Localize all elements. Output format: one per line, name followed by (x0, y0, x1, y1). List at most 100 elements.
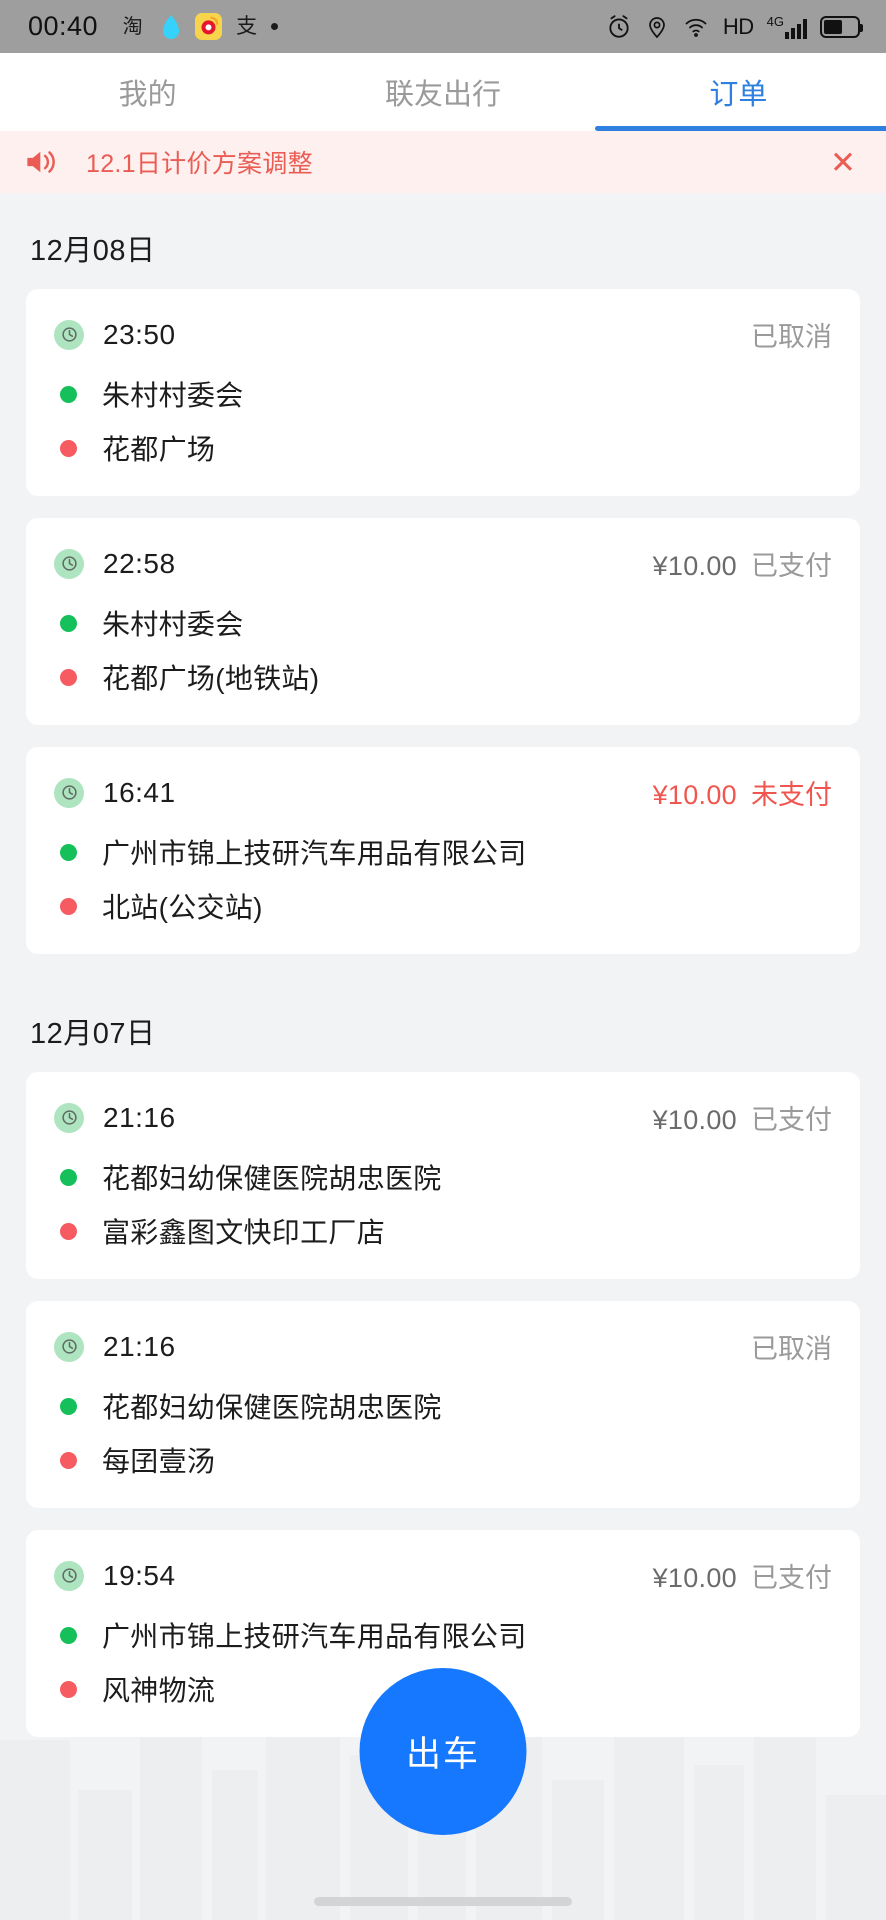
order-meta: 已取消 (737, 1327, 832, 1366)
announcement-banner: 12.1日计价方案调整 ✕ (0, 131, 886, 193)
status-badge: 已取消 (751, 322, 832, 352)
taobao-icon: 淘 (122, 15, 143, 38)
tab-lianyou-travel[interactable]: 联友出行 (295, 53, 590, 131)
origin-name: 朱村村委会 (102, 380, 244, 411)
status-badge: 已支付 (751, 1105, 832, 1135)
order-card-header: 19:54 ¥10.00 已支付 (54, 1556, 832, 1595)
order-price: ¥10.00 (652, 780, 737, 810)
route-origin-row: 朱村村委会 (54, 603, 832, 643)
order-card-header: 23:50 已取消 (54, 315, 832, 354)
route-destination-row: 北站(公交站) (54, 886, 832, 926)
order-meta: ¥10.00 未支付 (653, 773, 832, 812)
order-route: 广州市锦上技研汽车用品有限公司 北站(公交站) (54, 832, 832, 926)
order-card-header: 22:58 ¥10.00 已支付 (54, 544, 832, 583)
status-badge: 已取消 (751, 1334, 832, 1364)
destination-dot-icon (60, 1680, 77, 1698)
destination-dot-icon (60, 897, 77, 915)
clock-icon (54, 548, 84, 579)
order-route: 花都妇幼保健医院胡忠医院 每囝壹汤 (54, 1386, 832, 1480)
blue-app-icon (157, 13, 184, 40)
order-time: 21:16 (103, 1101, 176, 1133)
order-time: 16:41 (103, 776, 176, 808)
clock-icon (54, 1560, 84, 1591)
order-time: 22:58 (103, 547, 176, 579)
order-group: 12月08日 23:50 已取消 朱村村委会 花都广场 22:58 ¥10.00… (0, 193, 886, 954)
order-meta: ¥10.00 已支付 (653, 1098, 832, 1137)
status-badge: 已支付 (751, 1563, 832, 1593)
order-route: 花都妇幼保健医院胡忠医院 富彩鑫图文快印工厂店 (54, 1157, 832, 1251)
battery-icon (820, 15, 863, 38)
status-bar-clock: 00:40 (28, 11, 99, 41)
order-time: 23:50 (103, 318, 176, 350)
order-time: 21:16 (103, 1330, 176, 1362)
origin-name: 广州市锦上技研汽车用品有限公司 (102, 1621, 527, 1652)
origin-dot-icon (60, 1397, 77, 1415)
route-origin-row: 广州市锦上技研汽车用品有限公司 (54, 832, 832, 872)
route-destination-row: 富彩鑫图文快印工厂店 (54, 1211, 832, 1251)
origin-dot-icon (60, 385, 77, 403)
origin-name: 花都妇幼保健医院胡忠医院 (102, 1163, 442, 1194)
notification-icons: 淘 支 (119, 13, 279, 40)
order-group: 12月07日 21:16 ¥10.00 已支付 花都妇幼保健医院胡忠医院 富彩鑫… (0, 976, 886, 1737)
order-price: ¥10.00 (652, 1105, 737, 1135)
destination-dot-icon (60, 1451, 77, 1469)
home-indicator (314, 1897, 572, 1906)
announcement-text: 12.1日计价方案调整 (86, 150, 313, 178)
origin-name: 花都妇幼保健医院胡忠医院 (102, 1392, 442, 1423)
order-list[interactable]: 12月08日 23:50 已取消 朱村村委会 花都广场 22:58 ¥10.00… (0, 193, 886, 1920)
destination-name: 花都广场 (102, 434, 216, 465)
clock-icon (54, 777, 84, 808)
order-meta: ¥10.00 已支付 (653, 544, 832, 583)
alarm-icon (606, 14, 632, 40)
alipay-icon: 支 (236, 15, 258, 38)
tab-mine[interactable]: 我的 (0, 53, 295, 131)
destination-name: 花都广场(地铁站) (102, 663, 320, 694)
route-destination-row: 花都广场 (54, 428, 832, 468)
route-origin-row: 花都妇幼保健医院胡忠医院 (54, 1157, 832, 1197)
order-card[interactable]: 21:16 ¥10.00 已支付 花都妇幼保健医院胡忠医院 富彩鑫图文快印工厂店 (26, 1072, 860, 1279)
close-icon[interactable]: ✕ (824, 147, 862, 178)
order-card-header: 21:16 ¥10.00 已支付 (54, 1098, 832, 1137)
destination-dot-icon (60, 668, 77, 686)
origin-dot-icon (60, 843, 77, 861)
order-meta: ¥10.00 已支付 (653, 1556, 832, 1595)
origin-name: 朱村村委会 (102, 609, 244, 640)
order-card[interactable]: 16:41 ¥10.00 未支付 广州市锦上技研汽车用品有限公司 北站(公交站) (26, 747, 860, 954)
hd-icon: HD (722, 13, 754, 39)
route-origin-row: 广州市锦上技研汽车用品有限公司 (54, 1615, 832, 1655)
origin-name: 广州市锦上技研汽车用品有限公司 (102, 838, 527, 869)
order-card[interactable]: 22:58 ¥10.00 已支付 朱村村委会 花都广场(地铁站) (26, 518, 860, 725)
destination-name: 风神物流 (102, 1675, 216, 1706)
status-badge: 已支付 (751, 551, 832, 581)
order-card[interactable]: 21:16 已取消 花都妇幼保健医院胡忠医院 每囝壹汤 (26, 1301, 860, 1508)
order-card[interactable]: 23:50 已取消 朱村村委会 花都广场 (26, 289, 860, 496)
date-header: 12月07日 (30, 1018, 156, 1050)
route-destination-row: 花都广场(地铁站) (54, 657, 832, 697)
route-destination-row: 每囝壹汤 (54, 1440, 832, 1480)
signal-4g-icon: 4G (767, 15, 807, 39)
location-icon (645, 14, 669, 40)
destination-name: 富彩鑫图文快印工厂店 (102, 1217, 386, 1248)
order-time: 19:54 (103, 1559, 176, 1591)
clock-icon (54, 319, 84, 350)
destination-name: 北站(公交站) (102, 892, 263, 923)
route-origin-row: 花都妇幼保健医院胡忠医院 (54, 1386, 832, 1426)
status-bar: 00:40 淘 支 HD 4G (0, 0, 886, 53)
destination-dot-icon (60, 439, 77, 457)
dispatch-fab-button[interactable]: 出车 (359, 1668, 527, 1835)
speaker-icon (24, 147, 58, 177)
tab-orders[interactable]: 订单 (591, 53, 886, 131)
clock-icon (54, 1102, 84, 1133)
order-meta: 已取消 (737, 315, 832, 354)
clock-icon (54, 1331, 84, 1362)
weibo-icon (195, 13, 223, 40)
order-route: 朱村村委会 花都广场(地铁站) (54, 603, 832, 697)
origin-dot-icon (60, 614, 77, 632)
order-card-header: 16:41 ¥10.00 未支付 (54, 773, 832, 812)
wifi-icon (682, 15, 710, 39)
origin-dot-icon (60, 1626, 77, 1644)
destination-name: 每囝壹汤 (102, 1446, 216, 1477)
date-header: 12月08日 (30, 235, 156, 267)
order-route: 朱村村委会 花都广场 (54, 374, 832, 468)
order-price: ¥10.00 (652, 1563, 737, 1593)
